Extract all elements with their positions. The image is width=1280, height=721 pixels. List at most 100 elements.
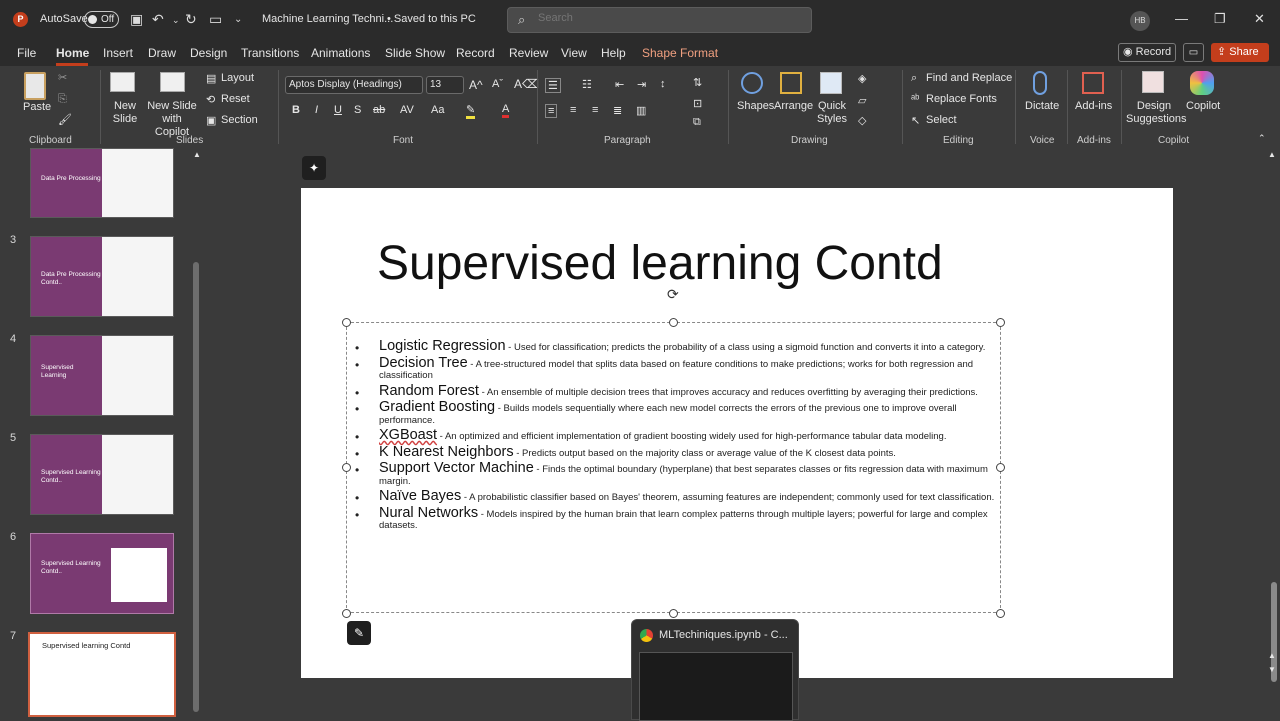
resize-handle[interactable]: [669, 609, 678, 618]
menu-transitions[interactable]: Transitions: [241, 46, 299, 60]
resize-handle[interactable]: [342, 318, 351, 327]
menu-help[interactable]: Help: [601, 46, 626, 60]
cut-icon[interactable]: ✂: [58, 71, 67, 84]
find-and-replace-button[interactable]: Find and Replace: [926, 72, 1012, 84]
quick-styles-icon[interactable]: [820, 72, 842, 94]
resize-handle[interactable]: [996, 463, 1005, 472]
justify-icon[interactable]: ≣: [613, 104, 622, 117]
next-slide-icon[interactable]: ▼: [1268, 665, 1276, 674]
design-suggestions-icon[interactable]: [1142, 71, 1164, 93]
arrange-button[interactable]: Arrange: [774, 100, 813, 112]
menu-home[interactable]: Home: [56, 46, 89, 60]
copilot-icon[interactable]: [1190, 71, 1214, 95]
slide-thumbnail-6[interactable]: Supervised Learning Contd..: [30, 533, 174, 614]
bullets-icon[interactable]: ☰: [545, 78, 561, 93]
taskbar-window-preview[interactable]: MLTechiniques.ipynb - C...: [631, 619, 799, 721]
resize-handle[interactable]: [342, 609, 351, 618]
collapse-ribbon-icon[interactable]: ⌃: [1258, 133, 1266, 144]
shape-fill-icon[interactable]: ◈: [858, 72, 866, 85]
resize-handle[interactable]: [669, 318, 678, 327]
undo-dropdown-icon[interactable]: ⌄: [172, 15, 180, 26]
comment-icon[interactable]: ▭: [1183, 43, 1204, 62]
slide-thumbnail-7[interactable]: Supervised learning Contd: [28, 632, 176, 717]
align-right-icon[interactable]: ≡: [592, 104, 598, 116]
slide-title[interactable]: Supervised learning Contd: [377, 236, 943, 291]
line-spacing-icon[interactable]: ↕: [660, 78, 666, 90]
close-icon[interactable]: ✕: [1254, 11, 1265, 27]
content-textbox[interactable]: Logistic Regression - Used for classific…: [342, 318, 1005, 618]
menu-shape-format[interactable]: Shape Format: [642, 46, 718, 60]
present-icon[interactable]: ▭: [209, 11, 222, 28]
search-input[interactable]: [538, 12, 798, 24]
slide-thumbnail-4[interactable]: Supervised Learning: [30, 335, 174, 416]
avatar[interactable]: HB: [1130, 11, 1150, 31]
arrange-icon[interactable]: [780, 72, 802, 94]
redo-icon[interactable]: ↻: [185, 11, 197, 28]
paste-button[interactable]: Paste: [23, 101, 51, 113]
copy-icon[interactable]: ⎘: [58, 93, 67, 106]
columns-icon[interactable]: ▥: [636, 104, 646, 117]
new-slide-copilot-icon[interactable]: [160, 72, 185, 92]
shrink-font-icon[interactable]: Aˇ: [492, 78, 503, 90]
menu-slide-show[interactable]: Slide Show: [385, 46, 445, 60]
increase-indent-icon[interactable]: ⇥: [637, 78, 646, 91]
previous-slide-icon[interactable]: ▲: [1268, 651, 1276, 660]
slide-thumbnail-5[interactable]: Supervised Learning Contd..: [30, 434, 174, 515]
scroll-up-icon[interactable]: ▲: [193, 150, 201, 159]
addins-icon[interactable]: [1082, 72, 1104, 94]
italic-icon[interactable]: I: [315, 104, 318, 116]
dictate-button[interactable]: Dictate: [1025, 100, 1059, 112]
shapes-icon[interactable]: [741, 72, 763, 94]
share-button[interactable]: ⇪ Share ⌄: [1211, 43, 1269, 77]
grow-font-icon[interactable]: A^: [469, 78, 483, 92]
menu-animations[interactable]: Animations: [311, 46, 370, 60]
menu-file[interactable]: File: [17, 46, 36, 60]
menu-design[interactable]: Design: [190, 46, 227, 60]
shapes-button[interactable]: Shapes: [737, 100, 774, 112]
menu-review[interactable]: Review: [509, 46, 548, 60]
font-size-select[interactable]: 13: [426, 76, 464, 94]
quick-styles-button[interactable]: Quick Styles: [815, 100, 849, 126]
copilot-rewrite-icon[interactable]: ✎: [347, 621, 371, 645]
font-family-select[interactable]: Aptos Display (Headings): [285, 76, 423, 94]
microphone-icon[interactable]: [1033, 71, 1047, 95]
reset-button[interactable]: Reset: [221, 93, 250, 105]
align-center-icon[interactable]: ≡: [570, 104, 576, 116]
powerpoint-app-icon[interactable]: P: [13, 12, 28, 27]
shape-outline-icon[interactable]: ▱: [858, 94, 866, 107]
document-title[interactable]: Machine Learning Techni...: [262, 13, 393, 25]
menu-record[interactable]: Record: [456, 46, 495, 60]
restore-icon[interactable]: ❐: [1214, 11, 1226, 27]
designer-icon[interactable]: ✦: [302, 156, 326, 180]
rotate-handle-icon[interactable]: ⟳: [667, 286, 679, 303]
shadow-icon[interactable]: S: [354, 104, 361, 116]
new-slide-icon[interactable]: [110, 72, 135, 92]
current-slide[interactable]: Supervised learning Contd ⟳ Logistic Reg…: [301, 188, 1173, 678]
smartart-icon[interactable]: ⧉: [693, 116, 701, 129]
menu-view[interactable]: View: [561, 46, 587, 60]
minimize-icon[interactable]: —: [1175, 11, 1188, 26]
layout-button[interactable]: Layout: [221, 72, 254, 84]
preview-thumbnail[interactable]: [639, 652, 793, 721]
format-painter-icon[interactable]: 🖌: [58, 113, 72, 126]
section-button[interactable]: Section: [221, 114, 258, 126]
clear-formatting-icon[interactable]: A⌫: [514, 77, 539, 91]
text-direction-icon[interactable]: ⇅: [693, 76, 702, 89]
paste-icon[interactable]: [24, 72, 46, 100]
save-icon[interactable]: ▣: [130, 11, 143, 28]
align-left-icon[interactable]: ≡: [545, 104, 558, 118]
decrease-indent-icon[interactable]: ⇤: [615, 78, 624, 91]
highlight-icon[interactable]: ✎: [466, 103, 476, 119]
record-button[interactable]: ◉ Record: [1118, 43, 1176, 62]
search-box[interactable]: ⌕: [507, 7, 812, 33]
resize-handle[interactable]: [342, 463, 351, 472]
new-slide-with-copilot-button[interactable]: New Slide with Copilot: [144, 100, 200, 139]
select-button[interactable]: Select: [926, 114, 957, 126]
underline-icon[interactable]: U: [334, 104, 342, 116]
slide-scrollbar[interactable]: [1268, 148, 1280, 720]
change-case-icon[interactable]: Aa: [431, 104, 444, 116]
thumbnail-scrollbar[interactable]: [193, 262, 199, 712]
character-spacing-icon[interactable]: AV: [400, 104, 414, 116]
slide-thumbnail-2[interactable]: Data Pre Processing: [30, 148, 174, 218]
autosave-toggle[interactable]: Off: [84, 11, 119, 28]
